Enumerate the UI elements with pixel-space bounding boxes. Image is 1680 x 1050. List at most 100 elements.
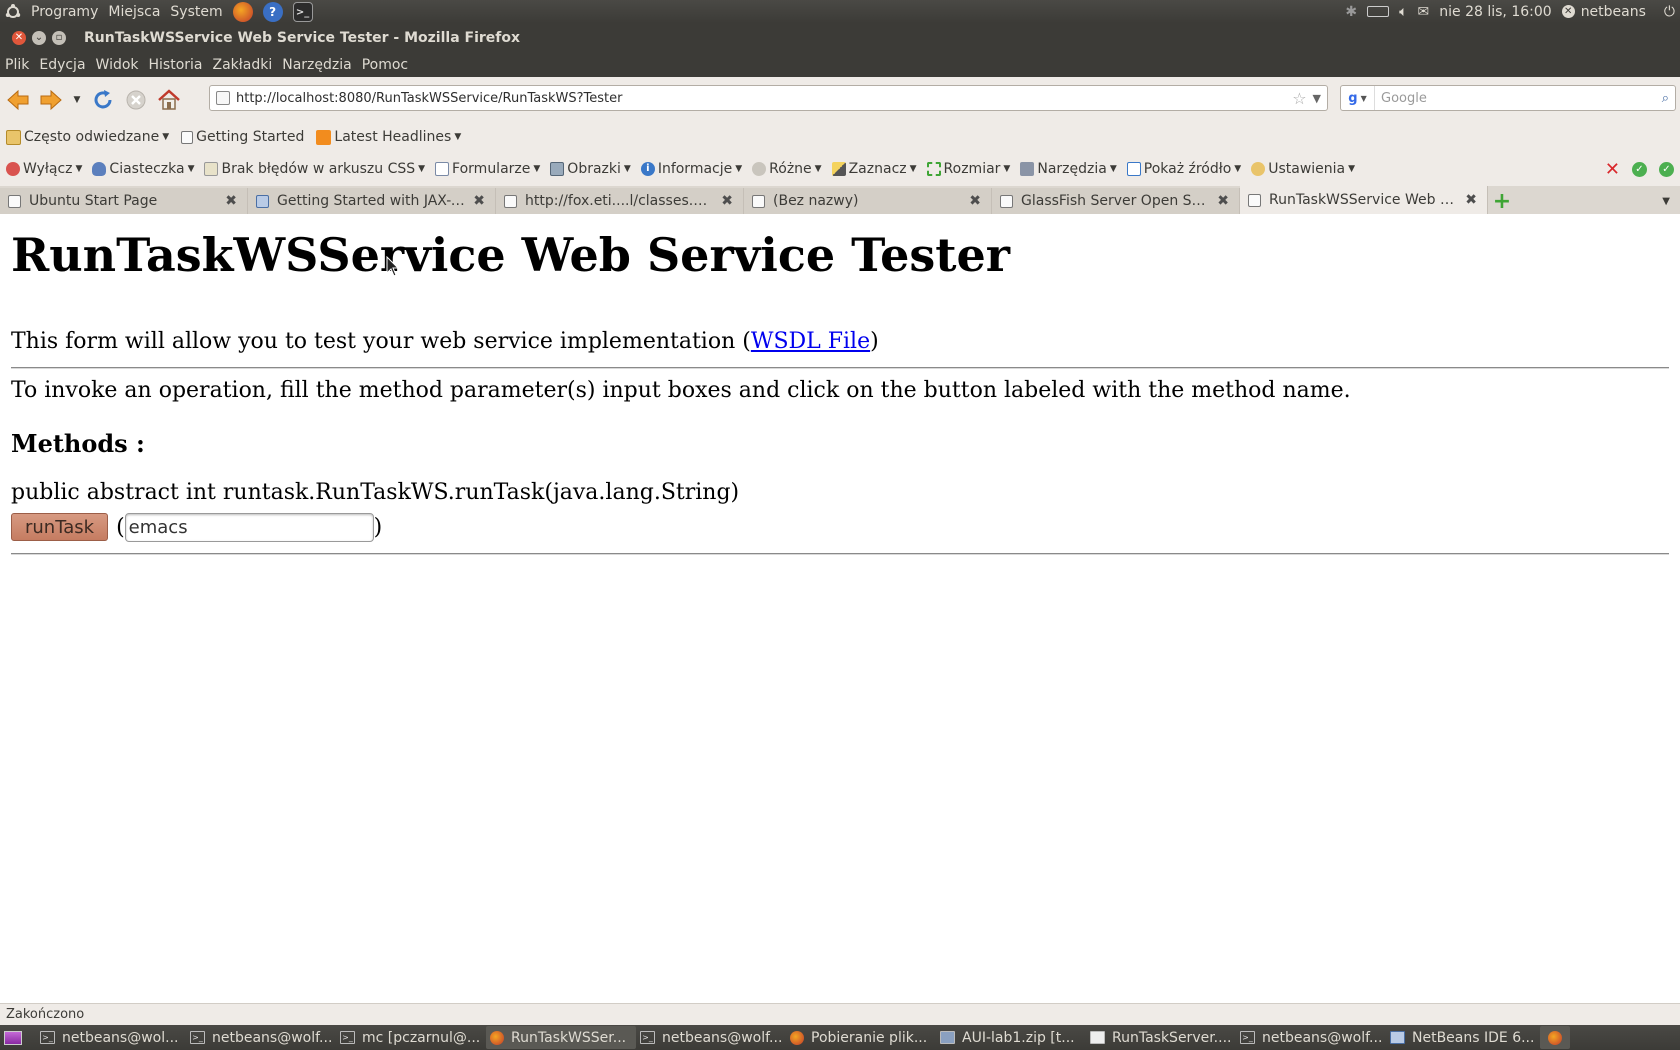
forward-button[interactable] [36,85,66,115]
wsdl-file-link[interactable]: WSDL File [751,329,870,354]
firefox-launcher-icon[interactable] [228,0,258,23]
close-window-icon[interactable]: ✕ [12,30,26,45]
taskbar-item-terminal-2[interactable]: >_ netbeans@wolf... [186,1026,336,1049]
user-name[interactable]: netbeans [1576,0,1651,23]
minimize-window-icon[interactable]: ⌄ [32,30,46,45]
bookmark-label: Latest Headlines [334,129,452,145]
taskbar-item-terminal-3[interactable]: >_ netbeans@wolf... [636,1026,786,1049]
volume-icon[interactable]: 🔈︎ [1394,0,1412,23]
menu-zakladki[interactable]: Zakładki [208,57,278,73]
close-tab-icon[interactable]: ✖ [225,193,237,209]
close-tab-icon[interactable]: ✖ [1217,193,1229,209]
taskbar-item-terminal-1[interactable]: >_ netbeans@wol... [36,1026,186,1049]
panel-menu-system[interactable]: System [165,0,227,23]
devbar-css[interactable]: Brak błędów w arkuszu CSS ▼ [204,161,425,177]
home-button[interactable] [154,85,184,115]
history-dropdown-icon[interactable]: ▼ [69,85,85,115]
taskbar-item-netbeans[interactable]: NetBeans IDE 6... [1386,1026,1536,1049]
devbar-outline[interactable]: Zaznacz ▼ [831,161,917,177]
taskbar-label: RunTaskServer.... [1112,1029,1232,1046]
taskbar-item-archive[interactable]: AUI-lab1.zip [t... [936,1026,1086,1049]
menu-edycja[interactable]: Edycja [34,57,90,73]
bookmark-latest-headlines[interactable]: Latest Headlines ▼ [316,129,461,145]
menu-widok[interactable]: Widok [91,57,144,73]
list-all-tabs-icon[interactable]: ▼ [1662,188,1670,214]
bluetooth-icon[interactable]: ✱ [1340,0,1362,23]
taskbar-item-firefox[interactable]: RunTaskWSSer... [486,1026,636,1049]
stop-button[interactable] [121,85,151,115]
resize-icon [926,162,941,176]
help-launcher-icon[interactable]: ? [258,0,288,23]
devbar-cookies[interactable]: Ciasteczka ▼ [92,161,194,177]
clock[interactable]: nie 28 lis, 16:00 [1434,0,1556,23]
chevron-down-icon: ▼ [1348,164,1356,174]
tab-glassfish[interactable]: GlassFish Server Open Sou... ✖ [992,188,1240,214]
maximize-window-icon[interactable]: ▫ [52,30,66,45]
close-tab-icon[interactable]: ✖ [1465,192,1477,208]
window-titlebar[interactable]: ✕ ⌄ ▫ RunTaskWSService Web Service Teste… [0,23,1680,52]
parameter-input[interactable] [124,512,374,542]
panel-menu-programy[interactable]: Programy [26,0,103,23]
menu-pomoc[interactable]: Pomoc [357,57,413,73]
tab-ubuntu-start-page[interactable]: Ubuntu Start Page ✖ [0,188,248,214]
devbar-information[interactable]: i Informacje ▼ [640,161,742,177]
terminal-launcher-icon[interactable]: >_ [288,0,318,23]
tab-getting-started-jaxws[interactable]: Getting Started with JAX-W... ✖ [248,188,496,214]
intro-text: This form will allow you to test your we… [11,329,879,354]
close-tab-icon[interactable]: ✖ [473,193,485,209]
page-icon [752,194,765,208]
devbar-forms[interactable]: Formularze ▼ [435,161,540,177]
new-tab-button[interactable]: + [1488,188,1516,214]
taskbar-item-editor[interactable]: RunTaskServer.... [1086,1026,1236,1049]
devbar-resize[interactable]: Rozmiar ▼ [926,161,1010,177]
tab-untitled[interactable]: (Bez nazwy) ✖ [744,188,992,214]
bookmark-most-visited[interactable]: Często odwiedzane ▼ [6,129,169,145]
run-task-button[interactable]: runTask [11,513,109,541]
taskbar-item-downloads[interactable]: Pobieranie plik... [786,1026,936,1049]
devbar-images[interactable]: Obrazki ▼ [550,161,631,177]
devbar-options[interactable]: Ustawienia ▼ [1251,161,1355,177]
devbar-misc[interactable]: Różne ▼ [752,161,822,177]
key-icon [1251,162,1266,176]
url-text[interactable]: http://localhost:8080/RunTaskWSService/R… [236,91,622,106]
close-tab-icon[interactable]: ✖ [721,193,733,209]
close-tab-icon[interactable]: ✖ [969,193,981,209]
menu-plik[interactable]: Plik [0,57,34,73]
show-desktop-icon[interactable] [0,1025,26,1050]
trash-icon[interactable] [1540,1026,1570,1049]
reload-button[interactable] [88,85,118,115]
power-icon[interactable]: ⏻ [1659,0,1680,23]
mail-icon[interactable]: ✉ [1413,0,1435,23]
panel-menu-miejsca[interactable]: Miejsca [103,0,165,23]
image-icon [550,162,565,176]
battery-icon[interactable] [1362,0,1394,23]
tab-label: Getting Started with JAX-W... [277,193,466,209]
back-button[interactable] [3,85,33,115]
js-ok-icon[interactable]: ✓ [1659,161,1674,177]
bookmark-star-icon[interactable]: ☆ [1292,89,1306,108]
menu-narzedzia[interactable]: Narzędzia [277,57,356,73]
url-dropdown-icon[interactable]: ▼ [1313,92,1321,105]
devbar-tools[interactable]: Narzędzia ▼ [1020,161,1117,177]
error-status-icon[interactable]: ✕ [1605,159,1620,180]
taskbar-item-terminal-4[interactable]: >_ netbeans@wolf... [1236,1026,1386,1049]
devbar-label: Formularze [452,161,531,177]
tab-classes-html[interactable]: http://fox.eti....l/classes.html ✖ [496,188,744,214]
css-ok-icon[interactable]: ✓ [1632,161,1647,177]
devbar-view-source[interactable]: Pokaż źródło ▼ [1126,161,1241,177]
tab-runtaskwsservice[interactable]: RunTaskWSService Web Se... ✖ [1240,186,1488,214]
taskbar-item-mc[interactable]: >_ mc [pczarnul@... [336,1026,486,1049]
search-icon[interactable]: ⌕ [1662,91,1669,106]
devbar-disable[interactable]: Wyłącz ▼ [6,161,82,177]
menu-historia[interactable]: Historia [144,57,208,73]
site-identity-icon[interactable] [216,91,230,105]
bookmark-getting-started[interactable]: Getting Started [181,129,304,145]
web-developer-toolbar: Wyłącz ▼ Ciasteczka ▼ Brak błędów w arkusz… [0,152,1680,186]
ubuntu-logo-icon[interactable] [0,0,26,23]
search-engine-google-icon[interactable]: g ▼ [1341,86,1375,110]
search-input[interactable]: Google [1381,91,1427,106]
bookmark-label: Getting Started [196,129,305,145]
devbar-label: Narzędzia [1037,161,1107,177]
url-bar[interactable]: http://localhost:8080/RunTaskWSService/R… [209,85,1328,111]
search-bar[interactable]: g ▼ Google ⌕ [1340,85,1676,111]
